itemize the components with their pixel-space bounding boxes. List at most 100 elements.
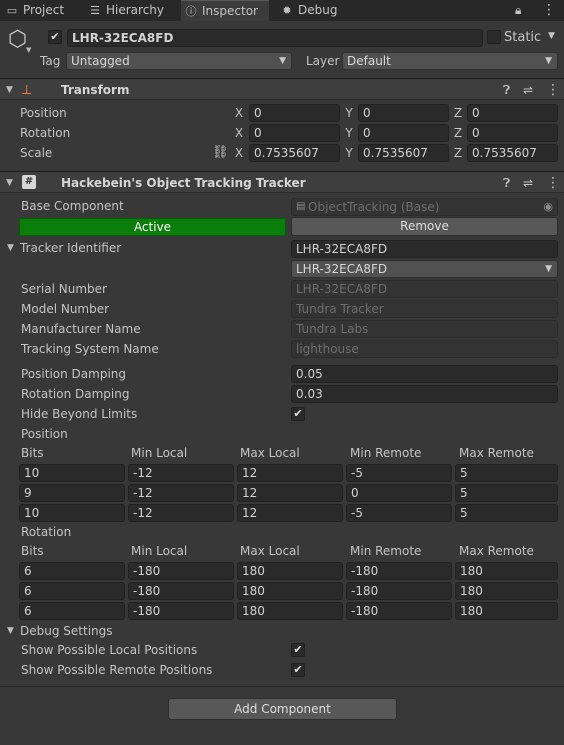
- more-menu-icon[interactable]: ⋮: [542, 0, 556, 21]
- layer-dropdown[interactable]: Default ▼: [342, 52, 558, 70]
- rotation-damping-label[interactable]: Rotation Damping: [21, 385, 129, 403]
- tracker-component-header[interactable]: ▼ # Hackebein's Object Tracking Tracker …: [0, 171, 564, 193]
- presets-icon[interactable]: ⇌: [523, 172, 533, 194]
- static-checkbox[interactable]: [487, 30, 501, 44]
- tracker-identifier-input[interactable]: LHR-32ECA8FD: [291, 240, 558, 258]
- y-axis-label[interactable]: Y: [344, 144, 354, 162]
- lock-icon[interactable]: 🔒︎: [515, 0, 521, 21]
- tab-debug[interactable]: ✹ Debug: [281, 0, 361, 21]
- tag-value: Untagged: [71, 54, 130, 68]
- rotation-y-field[interactable]: 0: [358, 124, 449, 142]
- model-number-label: Model Number: [21, 302, 110, 316]
- tag-dropdown[interactable]: Untagged ▼: [66, 52, 292, 70]
- object-picker-icon[interactable]: ◉: [543, 199, 553, 215]
- position-z-max-remote-field[interactable]: 5: [455, 504, 558, 522]
- rotation-x-max-local-field[interactable]: 180: [237, 562, 343, 580]
- hide-beyond-limits-label[interactable]: Hide Beyond Limits: [21, 405, 137, 423]
- rotation-x-bits-field[interactable]: 6: [19, 562, 125, 580]
- show-local-positions-checkbox[interactable]: ✔: [291, 643, 305, 657]
- rotation-x-min-remote-field[interactable]: -180: [346, 562, 452, 580]
- rotation-y-max-local-field[interactable]: 180: [237, 582, 343, 600]
- position-y-min-remote-field[interactable]: 0: [346, 484, 452, 502]
- position-x-max-remote-field[interactable]: 5: [455, 464, 558, 482]
- link-constrain-icon[interactable]: ⛓: [212, 144, 229, 162]
- position-y-field[interactable]: 0: [358, 104, 449, 122]
- y-axis-label[interactable]: Y: [344, 104, 354, 122]
- x-axis-label[interactable]: X: [234, 104, 244, 122]
- base-component-field[interactable]: ▤ ObjectTracking (Base) ◉: [291, 198, 558, 216]
- position-z-max-local-field[interactable]: 12: [237, 504, 343, 522]
- foldout-arrow-icon[interactable]: ▼: [7, 239, 14, 257]
- add-component-button[interactable]: Add Component: [168, 698, 397, 720]
- rotation-y-bits-field[interactable]: 6: [19, 582, 125, 600]
- tracker-identifier-label[interactable]: Tracker Identifier: [20, 239, 121, 257]
- tab-label: Hierarchy: [106, 3, 165, 17]
- scale-z-field[interactable]: 0.7535607: [467, 144, 558, 162]
- rotation-y-min-remote-field[interactable]: -180: [346, 582, 452, 600]
- rotation-x-max-remote-field[interactable]: 180: [455, 562, 558, 580]
- presets-icon[interactable]: ⇌: [523, 79, 533, 101]
- tab-label: Inspector: [202, 4, 258, 18]
- tab-inspector[interactable]: ⓘ Inspector: [181, 0, 269, 21]
- tracker-identifier-dropdown[interactable]: LHR-32ECA8FD ▼: [291, 260, 558, 278]
- debug-settings-label[interactable]: Debug Settings: [20, 622, 113, 640]
- rotation-label[interactable]: Rotation: [20, 124, 70, 142]
- position-damping-label[interactable]: Position Damping: [21, 365, 126, 383]
- component-menu-icon[interactable]: ⋮: [546, 79, 560, 101]
- x-axis-label[interactable]: X: [234, 124, 244, 142]
- rotation-z-min-remote-field[interactable]: -180: [346, 602, 452, 620]
- position-damping-field[interactable]: 0.05: [291, 365, 558, 383]
- rotation-z-field[interactable]: 0: [467, 124, 558, 142]
- position-y-min-local-field[interactable]: -12: [128, 484, 234, 502]
- help-icon[interactable]: ❓︎: [503, 79, 510, 101]
- x-axis-label[interactable]: X: [234, 144, 244, 162]
- scale-label[interactable]: Scale: [20, 144, 52, 162]
- position-x-min-remote-field[interactable]: -5: [346, 464, 452, 482]
- scale-y-field[interactable]: 0.7535607: [358, 144, 449, 162]
- position-z-bits-field[interactable]: 10: [19, 504, 125, 522]
- y-axis-label[interactable]: Y: [344, 124, 354, 142]
- tracking-system-name-label: Tracking System Name: [21, 342, 159, 356]
- active-checkbox[interactable]: ✔: [48, 30, 62, 44]
- z-axis-label[interactable]: Z: [453, 124, 463, 142]
- position-y-bits-field[interactable]: 9: [19, 484, 125, 502]
- position-x-bits-field[interactable]: 10: [19, 464, 125, 482]
- tab-hierarchy[interactable]: ☰ Hierarchy: [89, 0, 179, 21]
- z-axis-label[interactable]: Z: [453, 104, 463, 122]
- foldout-arrow-icon[interactable]: ▼: [7, 622, 14, 640]
- position-z-min-remote-field[interactable]: -5: [346, 504, 452, 522]
- static-dropdown-icon[interactable]: ▼: [548, 31, 555, 41]
- remove-button[interactable]: Remove: [291, 217, 558, 236]
- show-remote-positions-checkbox[interactable]: ✔: [291, 663, 305, 677]
- rotation-x-field[interactable]: 0: [249, 124, 340, 142]
- tab-project[interactable]: ▭ Project: [6, 0, 86, 21]
- rotation-y-max-remote-field[interactable]: 180: [455, 582, 558, 600]
- z-axis-label[interactable]: Z: [453, 144, 463, 162]
- rotation-z-max-remote-field[interactable]: 180: [455, 602, 558, 620]
- scale-x-field[interactable]: 0.7535607: [249, 144, 340, 162]
- hide-beyond-limits-checkbox[interactable]: ✔: [291, 407, 305, 421]
- component-menu-icon[interactable]: ⋮: [546, 172, 560, 194]
- position-z-min-local-field[interactable]: -12: [128, 504, 234, 522]
- position-z-field[interactable]: 0: [467, 104, 558, 122]
- rotation-y-min-local-field[interactable]: -180: [128, 582, 234, 600]
- object-name-input[interactable]: LHR-32ECA8FD: [67, 29, 483, 47]
- help-icon[interactable]: ❓︎: [503, 172, 510, 194]
- rotation-z-min-local-field[interactable]: -180: [128, 602, 234, 620]
- show-remote-positions-label[interactable]: Show Possible Remote Positions: [21, 661, 212, 679]
- rotation-damping-field[interactable]: 0.03: [291, 385, 558, 403]
- transform-header[interactable]: ▼ ⟂ Transform ❓︎ ⇌ ⋮: [0, 78, 564, 100]
- position-y-max-local-field[interactable]: 12: [237, 484, 343, 502]
- position-x-field[interactable]: 0: [249, 104, 340, 122]
- rotation-z-max-local-field[interactable]: 180: [237, 602, 343, 620]
- position-x-max-local-field[interactable]: 12: [237, 464, 343, 482]
- icon-dropdown-arrow-icon[interactable]: ▼: [26, 46, 31, 54]
- position-y-max-remote-field[interactable]: 5: [455, 484, 558, 502]
- column-header-min-local: Min Local: [131, 446, 188, 460]
- position-label[interactable]: Position: [20, 104, 67, 122]
- position-x-min-local-field[interactable]: -12: [128, 464, 234, 482]
- tracker-identifier-dropdown-value: LHR-32ECA8FD: [296, 262, 388, 276]
- show-local-positions-label[interactable]: Show Possible Local Positions: [21, 641, 197, 659]
- rotation-x-min-local-field[interactable]: -180: [128, 562, 234, 580]
- rotation-z-bits-field[interactable]: 6: [19, 602, 125, 620]
